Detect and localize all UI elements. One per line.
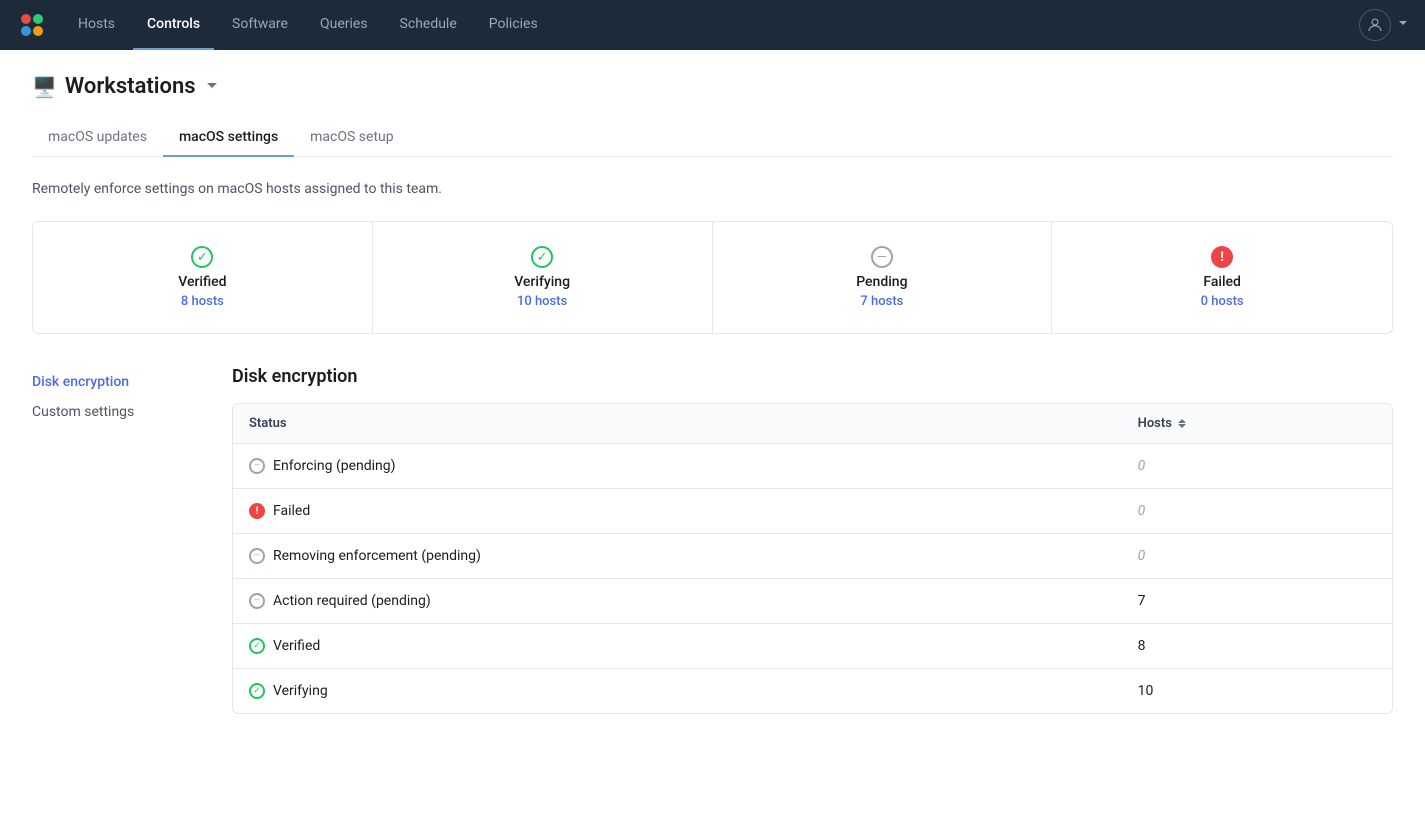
verifying-label: Verifying bbox=[389, 274, 696, 290]
tab-macos-updates[interactable]: macOS updates bbox=[32, 119, 163, 157]
status-label: Verifying bbox=[273, 683, 328, 699]
failed-count: 0 hosts bbox=[1068, 294, 1376, 309]
status-cell: Verified bbox=[233, 624, 1122, 669]
pending-minus-icon: — bbox=[871, 246, 893, 268]
nav-item-software[interactable]: Software bbox=[218, 0, 302, 50]
hosts-sort-icon[interactable] bbox=[1178, 419, 1186, 428]
workstations-icon: 🖥️ bbox=[32, 75, 57, 99]
chevron-down-icon bbox=[1397, 17, 1409, 33]
status-card-verifying[interactable]: ✓ Verifying 10 hosts bbox=[373, 222, 713, 333]
status-table: Status Hosts bbox=[233, 404, 1392, 713]
status-card-failed[interactable]: ! Failed 0 hosts bbox=[1052, 222, 1392, 333]
th-status: Status bbox=[233, 404, 1122, 444]
hosts-zero: 0 bbox=[1138, 458, 1146, 474]
th-hosts[interactable]: Hosts bbox=[1122, 404, 1392, 444]
verifying-check-icon: ✓ bbox=[531, 246, 553, 268]
status-card-verified[interactable]: ✓ Verified 8 hosts bbox=[33, 222, 373, 333]
status-cell: ! Failed bbox=[233, 489, 1122, 534]
status-cell: Enforcing (pending) bbox=[233, 444, 1122, 489]
hosts-count-cell: 8 bbox=[1122, 624, 1392, 669]
failed-label: Failed bbox=[1068, 274, 1376, 290]
nav-item-schedule[interactable]: Schedule bbox=[386, 0, 471, 50]
hosts-count-cell: 7 bbox=[1122, 579, 1392, 624]
failed-exclaim-icon: ! bbox=[1211, 246, 1233, 268]
verified-check-icon: ✓ bbox=[191, 246, 213, 268]
disk-encryption-table: Status Hosts bbox=[232, 403, 1393, 714]
table-row[interactable]: Removing enforcement (pending) 0 bbox=[233, 534, 1392, 579]
tabs-container: macOS updates macOS settings macOS setup bbox=[32, 119, 1393, 157]
tab-macos-settings[interactable]: macOS settings bbox=[163, 119, 294, 157]
verifying-count: 10 hosts bbox=[389, 294, 696, 309]
team-dropdown-chevron[interactable] bbox=[204, 77, 220, 97]
verified-row-icon bbox=[249, 638, 265, 654]
nav-item-hosts[interactable]: Hosts bbox=[64, 0, 129, 50]
hosts-count-cell: 0 bbox=[1122, 489, 1392, 534]
sidebar-item-custom-settings[interactable]: Custom settings bbox=[32, 398, 208, 426]
pending-label: Pending bbox=[729, 274, 1036, 290]
status-label: Verified bbox=[273, 638, 320, 654]
status-label: Failed bbox=[273, 503, 310, 519]
app-logo[interactable] bbox=[16, 9, 48, 41]
hosts-count-cell: 0 bbox=[1122, 444, 1392, 489]
verified-label: Verified bbox=[49, 274, 356, 290]
hosts-value: 7 bbox=[1138, 593, 1146, 609]
status-label: Removing enforcement (pending) bbox=[273, 548, 481, 564]
top-navigation: Hosts Controls Software Queries Schedule… bbox=[0, 0, 1425, 50]
nav-item-controls[interactable]: Controls bbox=[133, 0, 214, 50]
table-row[interactable]: Action required (pending) 7 bbox=[233, 579, 1392, 624]
nav-item-policies[interactable]: Policies bbox=[475, 0, 552, 50]
page-header: 🖥️ Workstations bbox=[32, 74, 1393, 99]
table-row[interactable]: Verified 8 bbox=[233, 624, 1392, 669]
verified-row-icon bbox=[249, 683, 265, 699]
failed-row-icon: ! bbox=[249, 503, 265, 519]
verified-count: 8 hosts bbox=[49, 294, 356, 309]
page-content: 🖥️ Workstations macOS updates macOS sett… bbox=[0, 50, 1425, 738]
table-row[interactable]: Verifying 10 bbox=[233, 669, 1392, 714]
avatar[interactable] bbox=[1359, 9, 1391, 41]
sidebar: Disk encryption Custom settings bbox=[32, 366, 232, 714]
status-cards: ✓ Verified 8 hosts ✓ Verifying 10 hosts … bbox=[32, 221, 1393, 334]
hosts-count-cell: 0 bbox=[1122, 534, 1392, 579]
status-label: Enforcing (pending) bbox=[273, 458, 396, 474]
pending-row-icon bbox=[249, 458, 265, 474]
hosts-value: 8 bbox=[1138, 638, 1146, 654]
hosts-value: 10 bbox=[1138, 683, 1154, 699]
table-row[interactable]: ! Failed 0 bbox=[233, 489, 1392, 534]
page-title: Workstations bbox=[65, 74, 196, 99]
status-card-pending[interactable]: — Pending 7 hosts bbox=[713, 222, 1053, 333]
status-cell: Action required (pending) bbox=[233, 579, 1122, 624]
status-label: Action required (pending) bbox=[273, 593, 431, 609]
content-area: Disk encryption Status Hosts bbox=[232, 366, 1393, 714]
table-header-row: Status Hosts bbox=[233, 404, 1392, 444]
pending-row-icon bbox=[249, 548, 265, 564]
hosts-zero: 0 bbox=[1138, 548, 1146, 564]
pending-count: 7 hosts bbox=[729, 294, 1036, 309]
page-description: Remotely enforce settings on macOS hosts… bbox=[32, 181, 1393, 197]
status-cell: Removing enforcement (pending) bbox=[233, 534, 1122, 579]
hosts-count-cell: 10 bbox=[1122, 669, 1392, 714]
pending-row-icon bbox=[249, 593, 265, 609]
nav-item-queries[interactable]: Queries bbox=[306, 0, 382, 50]
user-menu[interactable] bbox=[1359, 9, 1409, 41]
status-cell: Verifying bbox=[233, 669, 1122, 714]
tab-macos-setup[interactable]: macOS setup bbox=[294, 119, 409, 157]
table-row[interactable]: Enforcing (pending) 0 bbox=[233, 444, 1392, 489]
hosts-zero: 0 bbox=[1138, 503, 1146, 519]
main-layout: Disk encryption Custom settings Disk enc… bbox=[32, 366, 1393, 714]
content-title: Disk encryption bbox=[232, 366, 1393, 387]
sidebar-item-disk-encryption[interactable]: Disk encryption bbox=[32, 366, 208, 398]
